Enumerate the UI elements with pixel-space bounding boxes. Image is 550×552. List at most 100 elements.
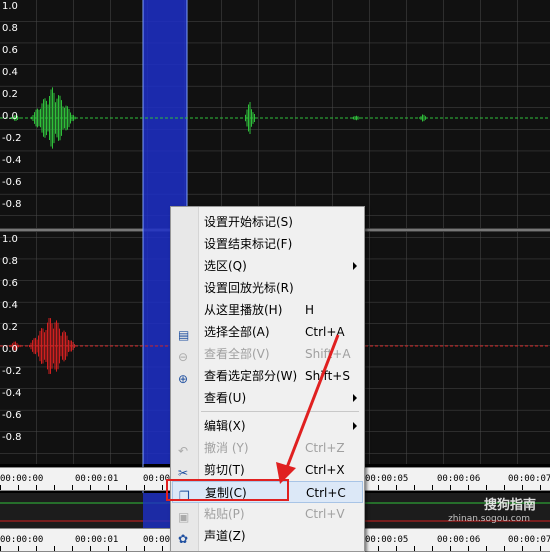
timeline-tick [54, 485, 55, 490]
timeline-tick [522, 485, 523, 490]
amplitude-tick-label: 0.6 [2, 45, 18, 56]
amplitude-tick-label: -0.8 [2, 199, 22, 210]
submenu-arrow-icon [353, 422, 357, 430]
timeline-tick [90, 546, 91, 551]
menu-item-label: 查看全部(V) [204, 347, 270, 361]
amplitude-tick-label: -0.4 [2, 388, 22, 399]
menu-item-5[interactable]: 从这里播放(H) H [172, 299, 363, 321]
timeline-tick [126, 546, 127, 551]
menu-item-label: 设置结束标记(F) [204, 237, 293, 251]
amplitude-tick-label: 0.8 [2, 23, 18, 34]
menu-item-label: 查看(U) [204, 391, 247, 405]
timeline-tick [126, 485, 127, 490]
sogou-watermark: 搜狗指南 [483, 498, 536, 513]
menu-item-shortcut: H [305, 303, 315, 317]
timeline-tick-label: 00:00:05 [365, 474, 409, 484]
timeline-tick [540, 546, 541, 551]
timeline-tick [450, 546, 451, 551]
menu-item-4[interactable]: 设置回放光标(R) [172, 277, 363, 299]
amplitude-tick-label: 1.0 [2, 234, 18, 245]
amplitude-tick-label: 1.0 [2, 1, 18, 12]
timeline-tick [504, 546, 505, 551]
menu-item-11[interactable]: ↶ 撤消 (Y) Ctrl+Z [172, 437, 363, 459]
amplitude-tick-label: -0.8 [2, 432, 22, 443]
amplitude-tick-label: 0.4 [2, 300, 18, 311]
menu-item-label: 粘贴(P) [204, 507, 245, 521]
scissors-icon: ✂ [178, 466, 189, 480]
menu-item-3[interactable]: 选区(Q) [172, 255, 363, 277]
amplitude-tick-label: 0.4 [2, 67, 18, 78]
menu-item-15[interactable]: ✿ 声道(Z) [172, 525, 363, 547]
timeline-tick-label: 00:00:01 [75, 474, 119, 484]
menu-item-shortcut: Ctrl+A [305, 325, 345, 339]
menu-item-7[interactable]: ⊖ 查看全部(V) Shift+A [172, 343, 363, 365]
timeline-tick [144, 485, 145, 490]
sogou-watermark-url: zhinan.sogou.com [448, 514, 530, 524]
menu-item-label: 设置开始标记(S) [204, 215, 293, 229]
timeline-tick [108, 546, 109, 551]
menu-item-shortcut: Ctrl+C [306, 486, 346, 500]
menu-item-label: 从这里播放(H) [204, 303, 283, 317]
menu-item-12[interactable]: ✂ 剪切(T) Ctrl+X [172, 459, 363, 481]
zoom-out-icon: ⊖ [178, 350, 189, 364]
timeline-tick [72, 485, 73, 490]
amplitude-tick-label: -0.2 [2, 366, 22, 377]
amplitude-tick-label: -0.2 [2, 133, 22, 144]
amplitude-tick-label: 0.2 [2, 89, 18, 100]
zoom-selection-icon: ⊕ [178, 372, 189, 386]
menu-item-shortcut: Ctrl+X [305, 463, 345, 477]
amplitude-tick-label: -0.4 [2, 155, 22, 166]
menu-item-6[interactable]: ▤ 选择全部(A) Ctrl+A [172, 321, 363, 343]
timeline-tick [486, 485, 487, 490]
menu-item-2[interactable]: 设置结束标记(F) [172, 233, 363, 255]
amplitude-tick-label: -0.6 [2, 410, 22, 421]
timeline-tick-label: 00:00:00 [0, 535, 44, 545]
menu-item-label: 剪切(T) [204, 463, 245, 477]
timeline-tick-label: 00:00:06 [437, 474, 481, 484]
timeline-tick [504, 485, 505, 490]
menu-item-label: 编辑(X) [204, 419, 246, 433]
menu-item-label: 查看选定部分(W) [204, 369, 298, 383]
menu-item-label: 选择全部(A) [204, 325, 270, 339]
menu-item-shortcut: Ctrl+Z [305, 441, 345, 455]
timeline-tick [90, 485, 91, 490]
timeline-tick [414, 485, 415, 490]
timeline-tick [486, 546, 487, 551]
timeline-tick [0, 485, 1, 490]
select-all-icon: ▤ [178, 328, 190, 342]
paste-icon: ▣ [178, 510, 190, 524]
undo-icon: ↶ [178, 444, 189, 458]
channels-icon: ✿ [178, 532, 189, 546]
menu-item-1[interactable]: 设置开始标记(S) [172, 211, 363, 233]
menu-item-shortcut: Shift+S [305, 369, 350, 383]
amplitude-tick-label: -0.6 [2, 177, 22, 188]
amplitude-tick-label: 0.0 [2, 111, 18, 122]
timeline-tick-label: 00:00:00 [0, 474, 44, 484]
timeline-tick [378, 485, 379, 490]
annotation-highlight-box [166, 479, 289, 501]
menu-item-shortcut: Shift+A [305, 347, 351, 361]
menu-item-label: 声道(Z) [204, 529, 246, 543]
timeline-tick [450, 485, 451, 490]
amplitude-tick-label: 0.0 [2, 344, 18, 355]
timeline-tick [432, 546, 433, 551]
menu-item-label: 设置回放光标(R) [204, 281, 294, 295]
amplitude-tick-label: 0.8 [2, 256, 18, 267]
timeline-tick [396, 546, 397, 551]
timeline-tick [522, 546, 523, 551]
timeline-tick [162, 485, 163, 490]
submenu-arrow-icon [353, 394, 357, 402]
menu-item-9[interactable]: 查看(U) [172, 387, 363, 409]
timeline-tick-label: 00:00:01 [75, 535, 119, 545]
timeline-tick [468, 546, 469, 551]
menu-item-10[interactable]: 编辑(X) [172, 415, 363, 437]
timeline-tick [540, 485, 541, 490]
menu-item-14[interactable]: ▣ 粘贴(P) Ctrl+V [172, 503, 363, 525]
menu-item-shortcut: Ctrl+V [305, 507, 345, 521]
timeline-tick-label: 00:00:07 [508, 474, 550, 484]
timeline-tick [432, 485, 433, 490]
timeline-tick [72, 546, 73, 551]
menu-item-8[interactable]: ⊕ 查看选定部分(W) Shift+S [172, 365, 363, 387]
amplitude-tick-label: 0.2 [2, 322, 18, 333]
timeline-tick [18, 546, 19, 551]
